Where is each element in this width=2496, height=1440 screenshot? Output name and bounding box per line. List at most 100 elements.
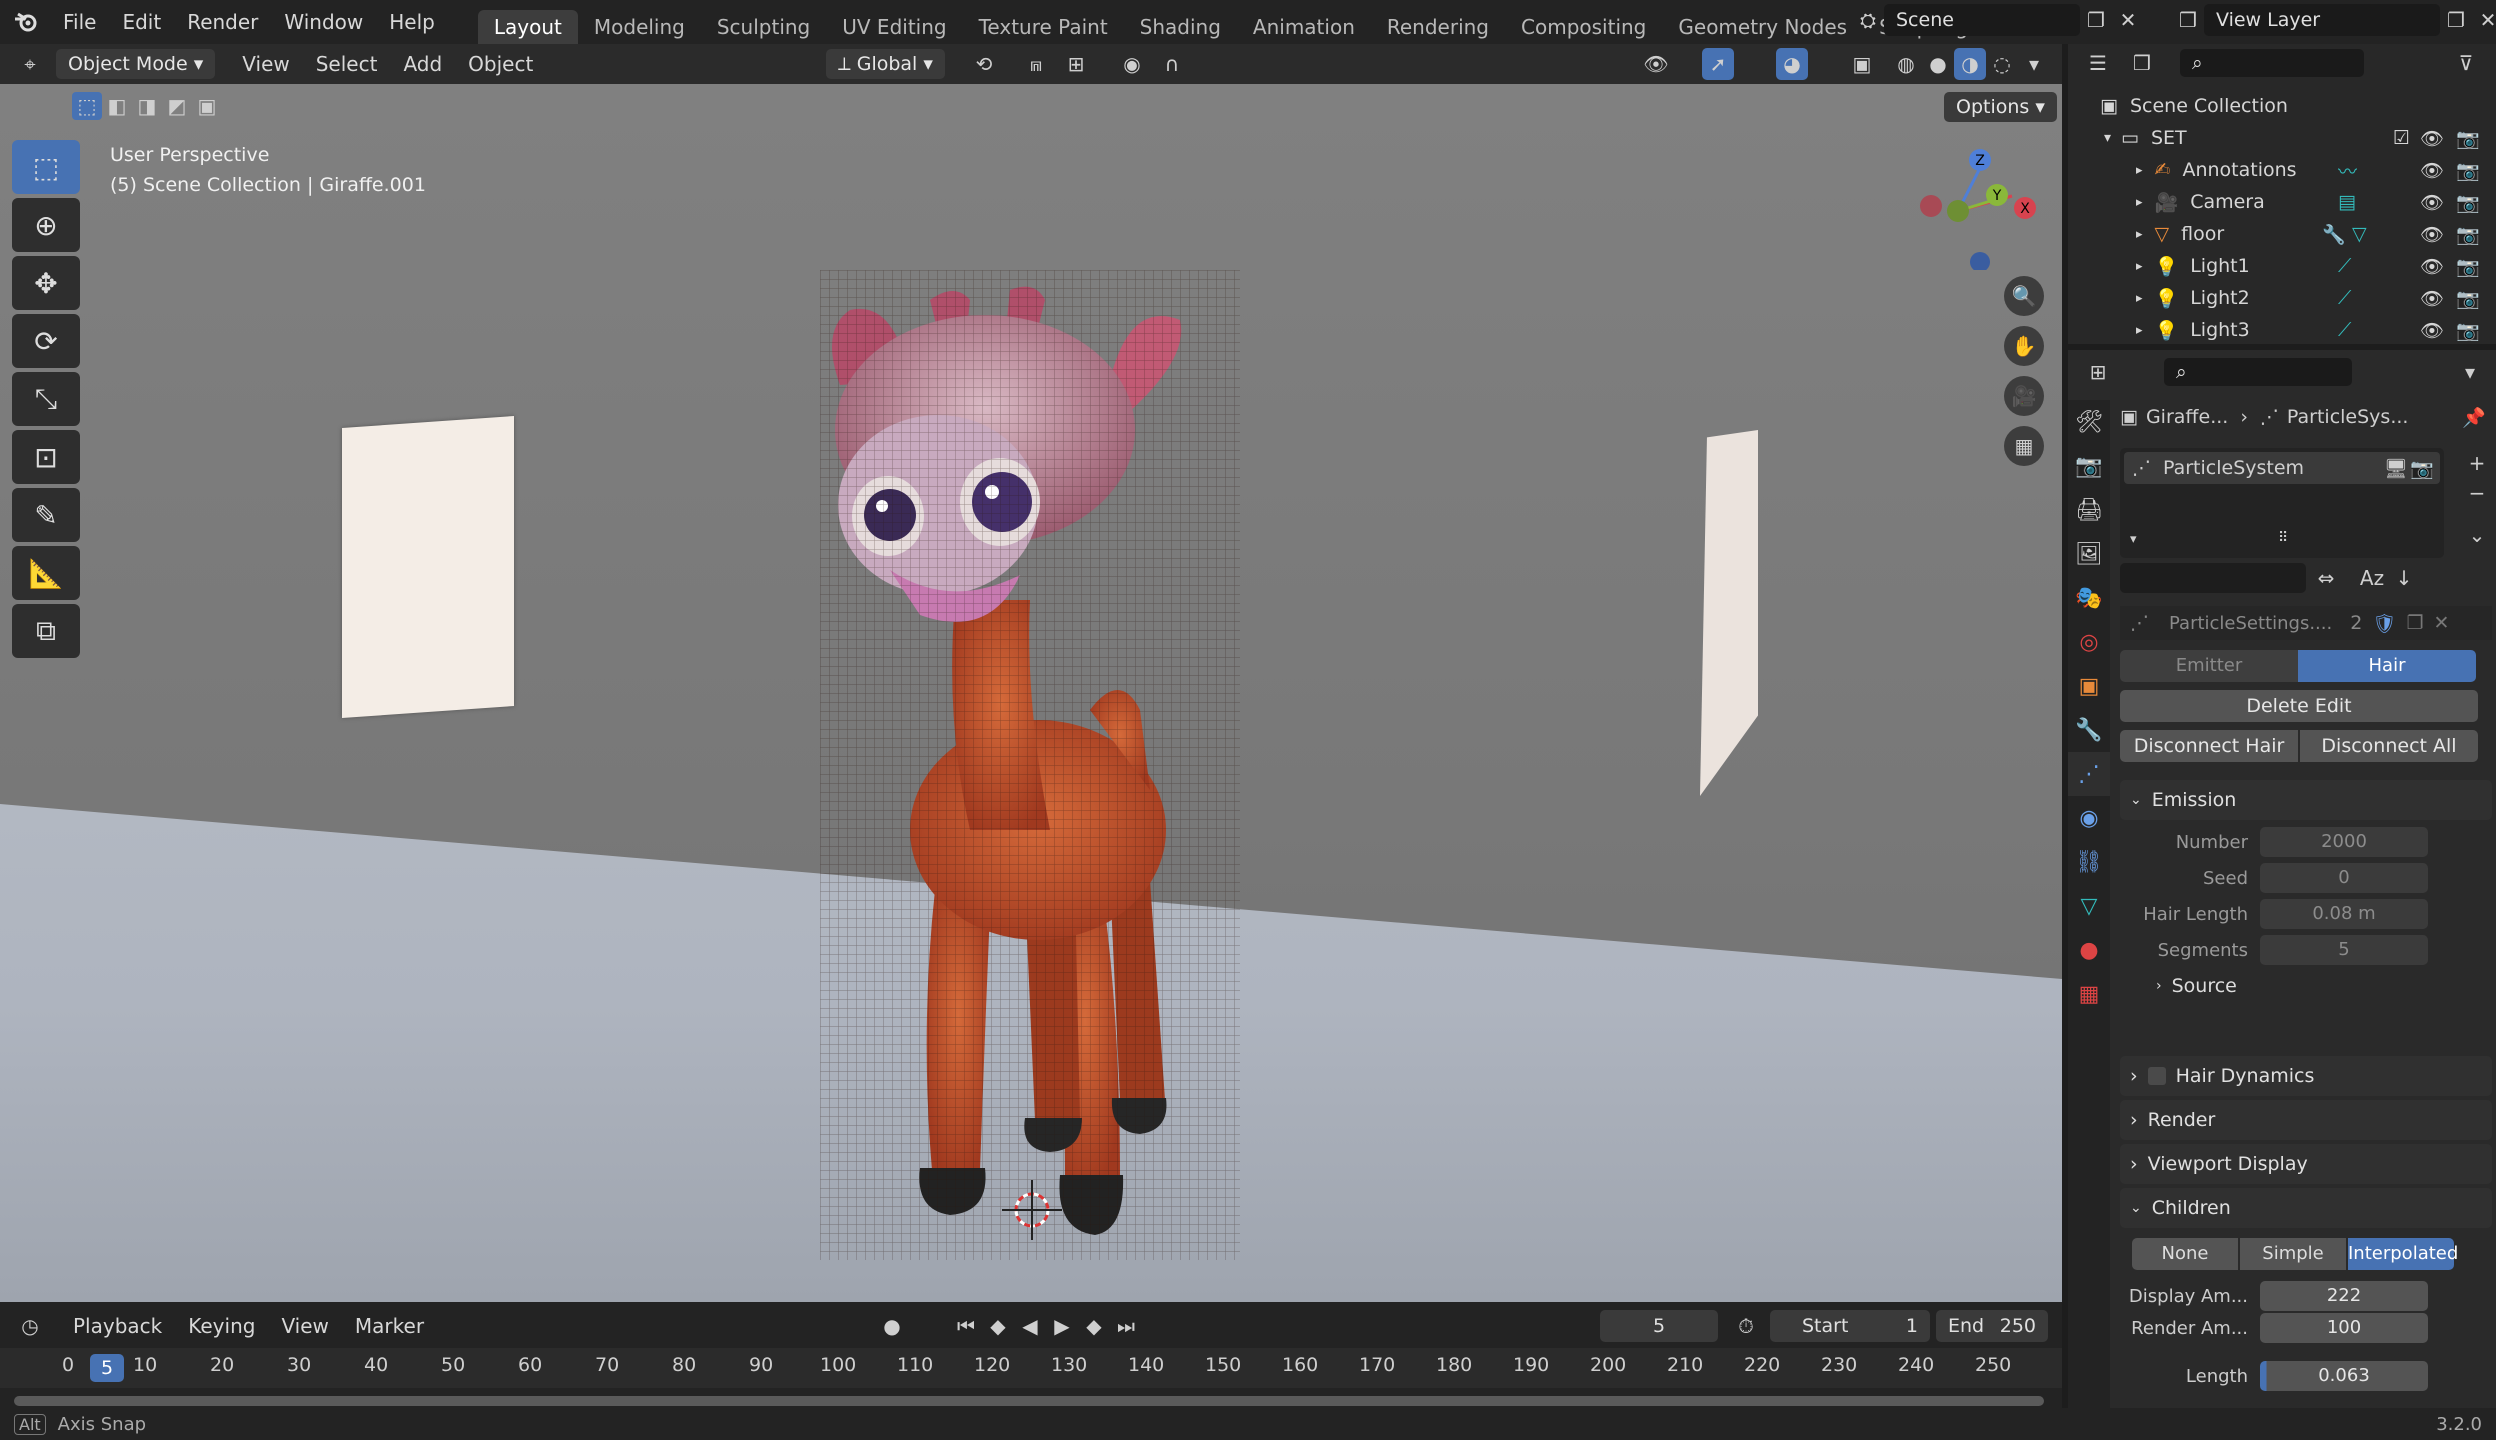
render-panel-header[interactable]: › Render [2120, 1100, 2492, 1140]
properties-search-input[interactable]: ⌕ [2164, 358, 2352, 386]
display-amount-field[interactable]: 222 [2260, 1281, 2428, 1311]
play-icon[interactable]: ▶ [1046, 1310, 1078, 1342]
outliner-row-annotations[interactable]: ▸ ✍ Annotations 〰 👁 📷 [2068, 154, 2496, 186]
row-eye-icon[interactable]: 👁 [2420, 159, 2444, 182]
select-new-icon[interactable]: ⬚ [72, 92, 102, 120]
shading-material-icon[interactable]: ◑ [1954, 48, 1986, 80]
jump-end-icon[interactable]: ⏭ [1110, 1310, 1142, 1342]
outliner-row-set[interactable]: ▾ ▭ SET ☑ 👁 📷 [2068, 122, 2496, 154]
timeline-scrollbar[interactable] [14, 1396, 2044, 1406]
hair-dynamics-checkbox[interactable] [2147, 1067, 2166, 1085]
list-resize-icon[interactable]: ⠿ [2278, 530, 2288, 546]
next-key-icon[interactable]: ◆ [1078, 1310, 1110, 1342]
view-layer-tab-icon[interactable]: 🖼 [2068, 532, 2110, 576]
shading-options-icon[interactable]: ▾ [2018, 48, 2050, 80]
tab-modeling[interactable]: Modeling [578, 10, 701, 44]
start-frame-field[interactable]: Start 1 [1770, 1310, 1930, 1342]
rotate-tool-icon[interactable]: ⟳ [12, 314, 80, 368]
tab-sculpting[interactable]: Sculpting [701, 10, 826, 44]
camera-view-icon[interactable]: 🎥 [2004, 376, 2044, 416]
end-frame-field[interactable]: End 250 [1936, 1310, 2048, 1342]
type-hair[interactable]: Hair [2298, 650, 2476, 682]
xray-icon[interactable]: ▣ [1846, 48, 1878, 80]
emission-panel-header[interactable]: ⌄ Emission [2120, 780, 2492, 820]
select-extend-icon[interactable]: ◧ [102, 92, 132, 120]
move-tool-icon[interactable]: ✥ [12, 256, 80, 310]
select-subtract-icon[interactable]: ◨ [132, 92, 162, 120]
viewport-menu-object[interactable]: Object [455, 52, 546, 76]
outliner-search-input[interactable]: ⌕ [2180, 49, 2364, 77]
viewport-menu-view[interactable]: View [229, 52, 302, 76]
select-intersect-icon[interactable]: ▣ [192, 92, 222, 120]
select-box-tool-icon[interactable]: ⬚ [12, 140, 80, 194]
outliner-row-light2[interactable]: ▸ 💡 Light2 ⟋ 👁 📷 [2068, 282, 2496, 314]
shading-rendered-icon[interactable]: ◌ [1986, 48, 2018, 80]
pin-icon[interactable]: 📌 [2462, 406, 2486, 429]
preview-range-icon[interactable]: ⏱ [1730, 1310, 1762, 1342]
expand-icon[interactable]: ▸ [2136, 323, 2143, 338]
outliner-row-scene-collection[interactable]: ▣ Scene Collection [2068, 90, 2496, 122]
outliner-row-light3[interactable]: ▸ 💡 Light3 ⟋ 👁 📷 [2068, 314, 2496, 346]
children-simple[interactable]: Simple [2240, 1238, 2346, 1270]
delete-scene-icon[interactable]: ✕ [2112, 4, 2144, 36]
show-viewport-icon[interactable]: 🖥 [2384, 457, 2408, 480]
sort-alpha-icon[interactable]: Az [2356, 562, 2388, 594]
material-tab-icon[interactable]: ● [2068, 928, 2110, 972]
viewport-menu-select[interactable]: Select [303, 52, 391, 76]
list-filter-input[interactable] [2120, 563, 2306, 593]
delete-edit-button[interactable]: Delete Edit [2120, 690, 2478, 722]
mode-dropdown[interactable]: Object Mode ▾ [56, 49, 216, 79]
ortho-toggle-icon[interactable]: ▦ [2004, 426, 2044, 466]
current-frame-marker[interactable]: 5 [90, 1354, 124, 1382]
constraints-tab-icon[interactable]: ⛓ [2068, 840, 2110, 884]
tab-shading[interactable]: Shading [1124, 10, 1237, 44]
list-expand-icon[interactable]: ▾ [2130, 532, 2137, 547]
view-layer-icon[interactable]: ❒ [2172, 4, 2204, 36]
jump-start-icon[interactable]: ⏮ [950, 1310, 982, 1342]
filter-exclude-icon[interactable]: ⇔ [2310, 562, 2342, 594]
gizmo-toggle-icon[interactable]: ➚ [1702, 48, 1734, 80]
menu-window[interactable]: Window [271, 10, 376, 34]
scene-tab-icon[interactable]: 🎭 [2068, 576, 2110, 620]
view-layer-field[interactable]: View Layer [2204, 4, 2440, 36]
tab-texture-paint[interactable]: Texture Paint [963, 10, 1124, 44]
timeline-menu-view[interactable]: View [268, 1314, 341, 1338]
render-tab-icon[interactable]: 📷 [2068, 444, 2110, 488]
3d-viewport[interactable]: ⬚ ◧ ◨ ◩ ▣ ⬚ ⊕ ✥ ⟳ ⤡ ⊡ ✎ 📐 ⧉ User Perspec… [0, 84, 2062, 1302]
add-slot-icon[interactable]: + [2462, 448, 2492, 478]
disconnect-all-button[interactable]: Disconnect All [2300, 730, 2478, 762]
shading-wireframe-icon[interactable]: ◍ [1890, 48, 1922, 80]
menu-edit[interactable]: Edit [109, 10, 174, 34]
timeline-editor-type-icon[interactable]: ◷ [14, 1310, 46, 1342]
set-eye-icon[interactable]: 👁 [2420, 127, 2444, 150]
add-cube-tool-icon[interactable]: ⧉ [12, 604, 80, 658]
giraffe-model[interactable] [820, 270, 1240, 1260]
physics-tab-icon[interactable]: ◉ [2068, 796, 2110, 840]
world-tab-icon[interactable]: ◎ [2068, 620, 2110, 664]
tab-rendering[interactable]: Rendering [1371, 10, 1505, 44]
remove-slot-icon[interactable]: − [2462, 478, 2492, 508]
snap-icon[interactable]: ⩎ [1020, 48, 1052, 80]
number-field[interactable]: 2000 [2260, 827, 2428, 857]
tab-layout[interactable]: Layout [477, 10, 578, 44]
expand-icon[interactable]: ▸ [2136, 291, 2143, 306]
expand-icon[interactable]: ▸ [2136, 227, 2143, 242]
cursor-tool-icon[interactable]: ⊕ [12, 198, 80, 252]
outliner-row-light1[interactable]: ▸ 💡 Light1 ⟋ 👁 📷 [2068, 250, 2496, 282]
children-panel-header[interactable]: ⌄ Children [2120, 1188, 2492, 1228]
hair-dynamics-panel-header[interactable]: › Hair Dynamics [2120, 1056, 2492, 1096]
tab-geometry-nodes[interactable]: Geometry Nodes [1662, 10, 1863, 44]
outliner-row-camera[interactable]: ▸ 🎥 Camera ▤ 👁 📷 [2068, 186, 2496, 218]
render-amount-field[interactable]: 100 [2260, 1313, 2428, 1343]
tab-animation[interactable]: Animation [1237, 10, 1371, 44]
children-none[interactable]: None [2132, 1238, 2238, 1270]
segments-field[interactable]: 5 [2260, 935, 2428, 965]
editor-type-icon[interactable]: ⌖ [14, 48, 46, 80]
orientation-dropdown[interactable]: ⟂ Global ▾ [826, 49, 945, 79]
row-camera-icon[interactable]: 📷 [2456, 191, 2480, 214]
fake-user-shield-icon[interactable]: 🛡 [2372, 612, 2396, 635]
hair-length-field[interactable]: 0.08 m [2260, 899, 2428, 929]
texture-tab-icon[interactable]: ▦ [2068, 972, 2110, 1016]
annotate-tool-icon[interactable]: ✎ [12, 488, 80, 542]
auto-key-icon[interactable]: ● [876, 1310, 908, 1342]
